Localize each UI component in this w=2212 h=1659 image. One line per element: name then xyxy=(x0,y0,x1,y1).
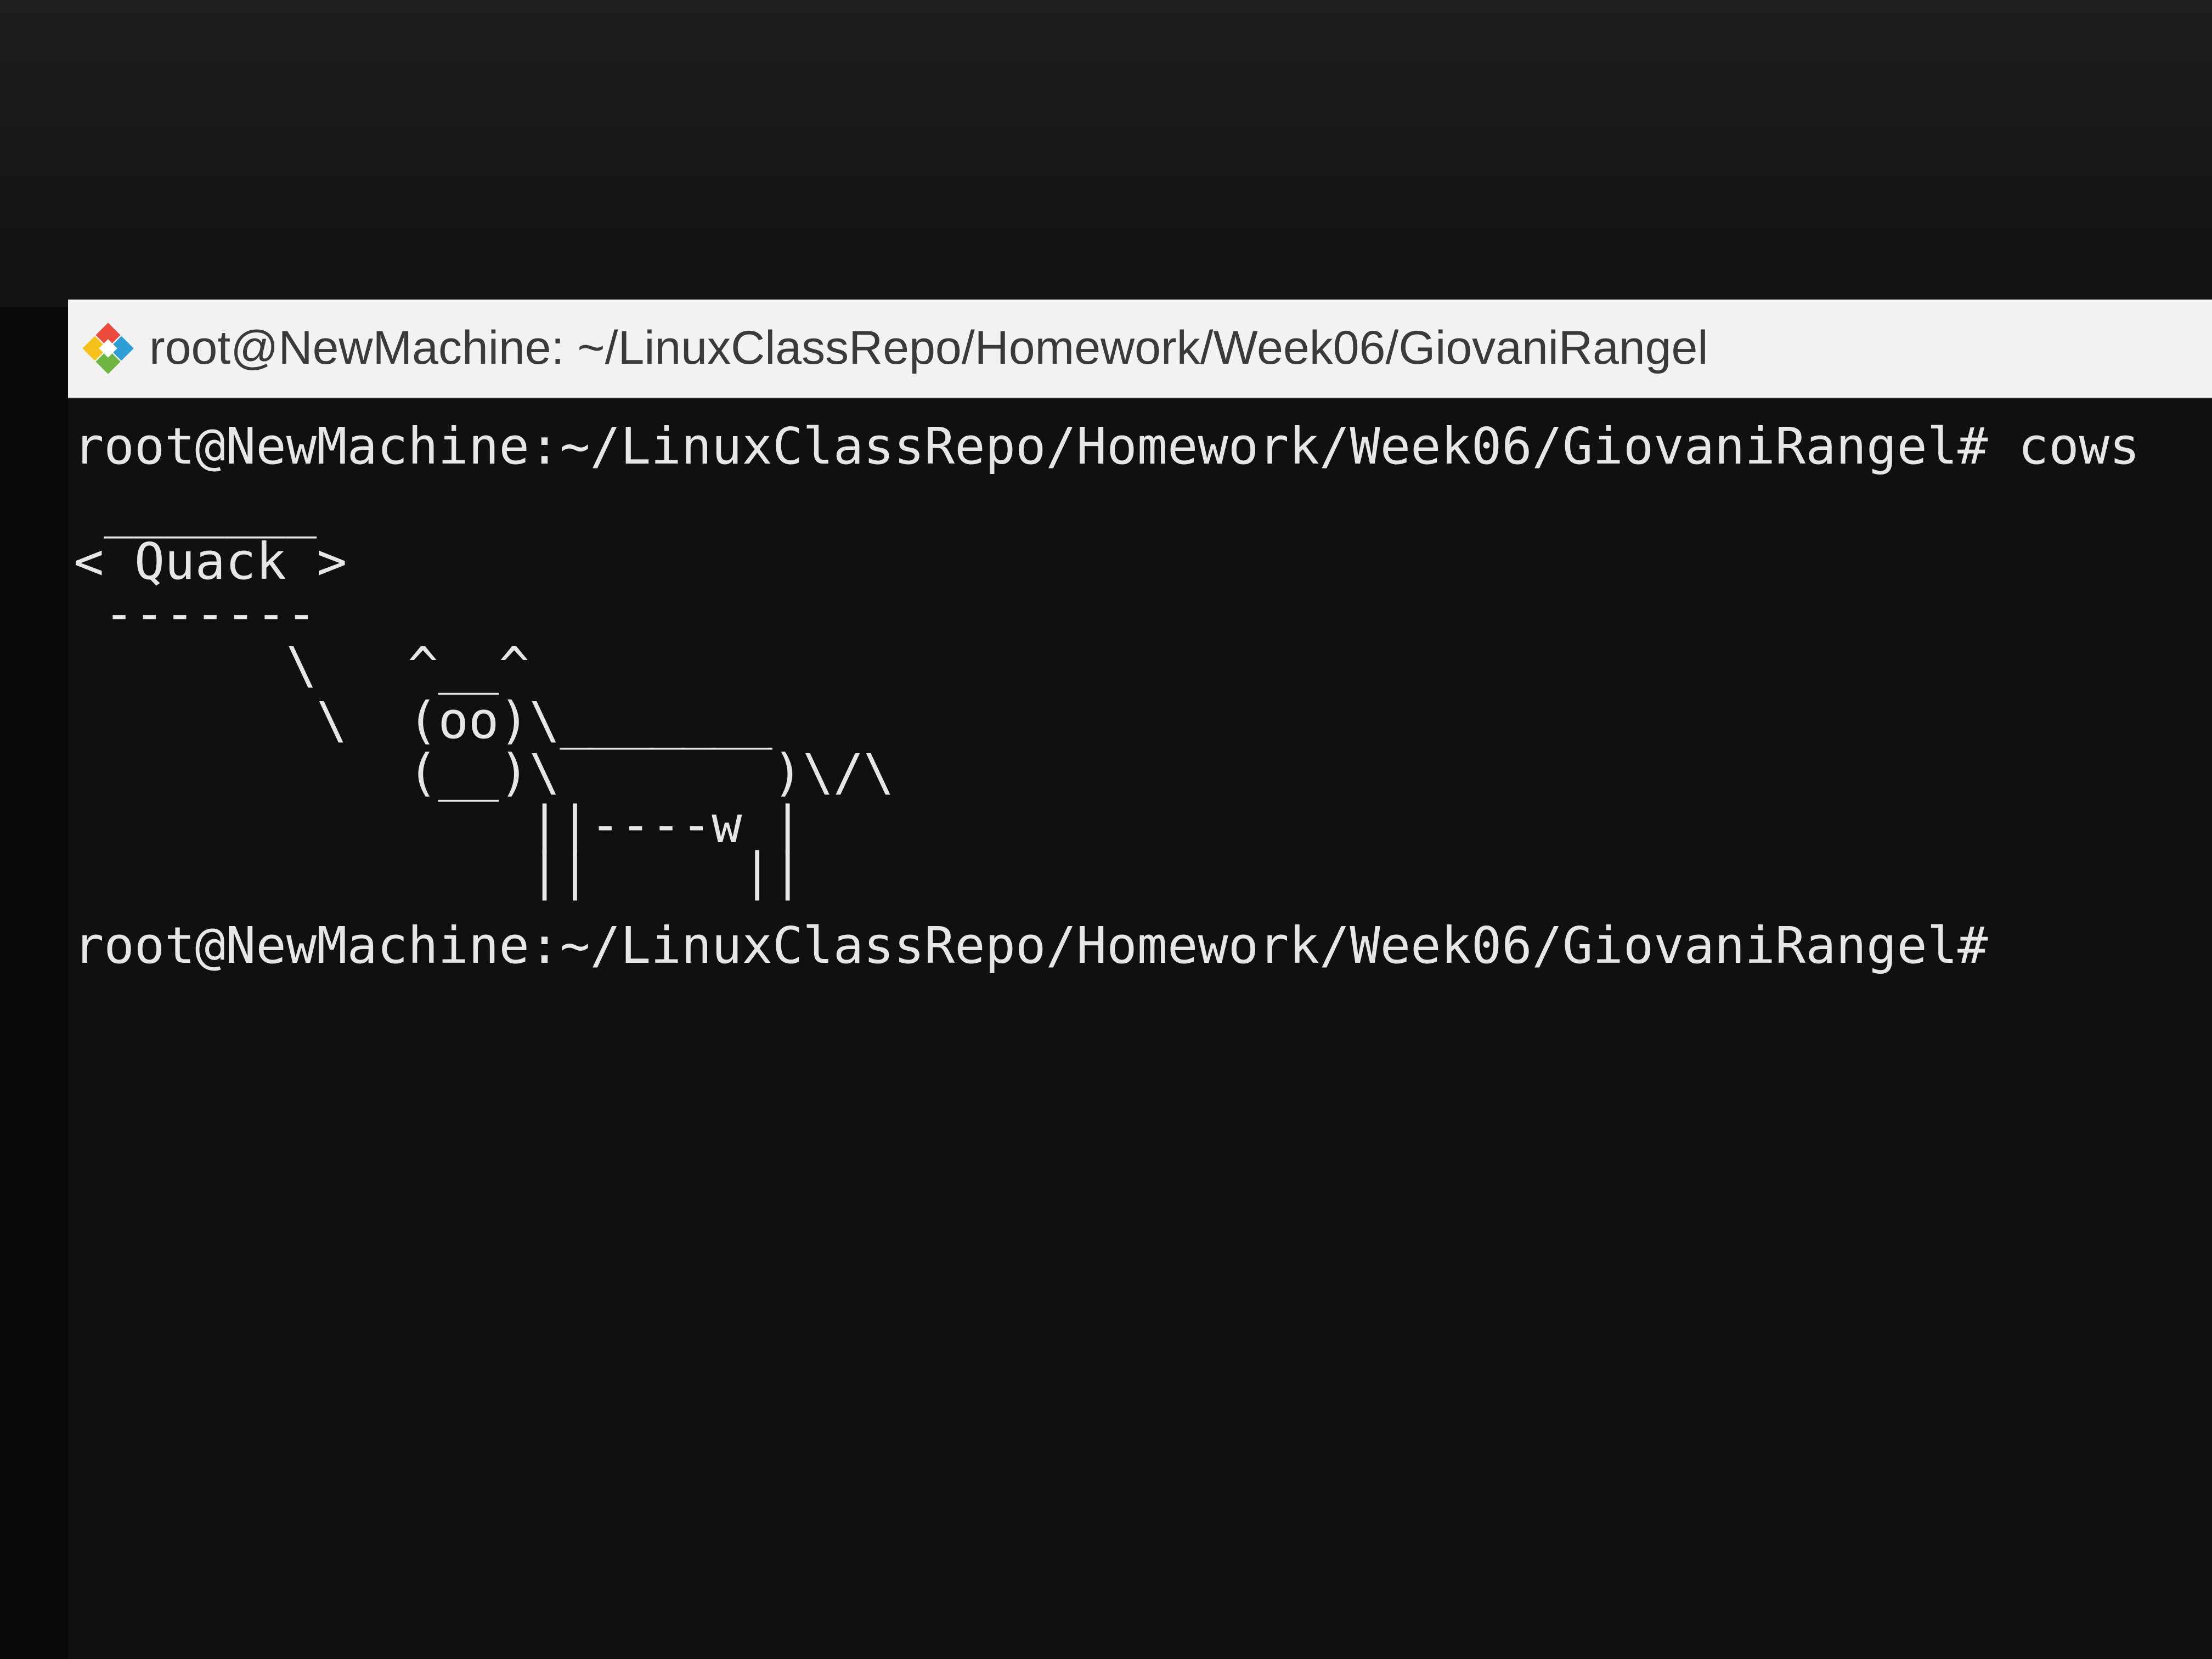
cow-speech-bottom: ------- xyxy=(74,584,317,643)
command-prompt-line: root@NewMachine:~/LinuxClassRepo/Homewor… xyxy=(74,417,2140,476)
git-bash-icon xyxy=(82,323,134,374)
window-title: root@NewMachine: ~/LinuxClassRepo/Homewo… xyxy=(149,321,1708,374)
terminal-window: root@NewMachine: ~/LinuxClassRepo/Homewo… xyxy=(68,300,2212,1659)
cow-ears-line: \ ^__^ xyxy=(74,636,529,695)
window-titlebar[interactable]: root@NewMachine: ~/LinuxClassRepo/Homewo… xyxy=(68,300,2212,398)
monitor-bezel xyxy=(0,0,2212,307)
terminal-output[interactable]: root@NewMachine:~/LinuxClassRepo/Homewor… xyxy=(74,397,2208,1654)
cow-eyes-line: \ (oo)\_______ xyxy=(74,691,772,750)
final-prompt-line: root@NewMachine:~/LinuxClassRepo/Homewor… xyxy=(74,916,1988,975)
cow-mouth-line: (__)\ )\/\ xyxy=(74,743,894,802)
cow-speech-text: < Quack > xyxy=(74,532,347,591)
monitor-edge xyxy=(0,307,68,1659)
cow-feet-line: || || xyxy=(74,842,803,901)
cow-speech-top: _______ xyxy=(74,480,317,539)
